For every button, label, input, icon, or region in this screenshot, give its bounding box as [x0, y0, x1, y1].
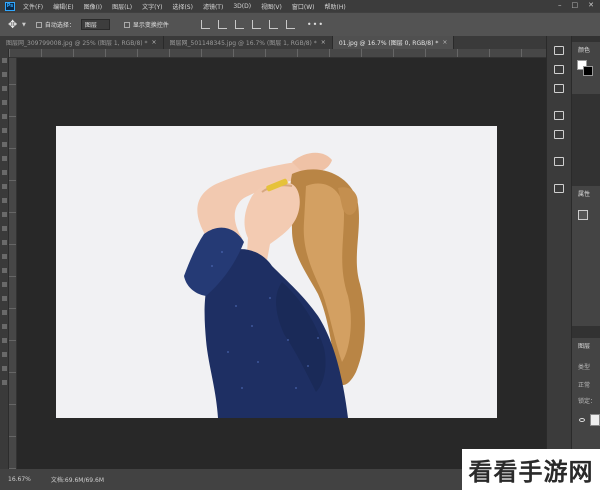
tool-icon[interactable]	[2, 226, 7, 231]
close-icon[interactable]: ✕	[588, 1, 594, 9]
tool-icon[interactable]	[2, 100, 7, 105]
color-panel-title[interactable]: 颜色	[572, 42, 600, 54]
tools-preset-icon[interactable]	[554, 157, 564, 166]
transform-controls-label: 显示变换控件	[132, 22, 169, 29]
more-icon[interactable]: •••	[307, 20, 324, 29]
menu-3d[interactable]: 3D(D)	[233, 3, 251, 10]
tool-icon[interactable]	[2, 86, 7, 91]
tool-icon[interactable]	[2, 156, 7, 161]
tab-document-2[interactable]: 图层网_501148345.jpg @ 16.7% (图层 1, RGB/8) …	[164, 36, 333, 49]
menu-bar: Ps 文件(F) 编辑(E) 图像(I) 图层(L) 文字(Y) 选择(S) 滤…	[0, 0, 600, 12]
menu-window[interactable]: 窗口(W)	[292, 2, 315, 11]
menu-layer[interactable]: 图层(L)	[112, 2, 132, 11]
properties-panel: 属性	[572, 186, 600, 326]
document-canvas[interactable]	[17, 58, 546, 469]
tool-icon[interactable]	[2, 240, 7, 245]
tool-icon[interactable]	[2, 114, 7, 119]
right-panels: 颜色 属性 图层 类型 正常 锁定：	[572, 36, 600, 469]
tool-icon[interactable]	[2, 268, 7, 273]
tool-icon[interactable]	[2, 170, 7, 175]
menu-type[interactable]: 文字(Y)	[142, 2, 162, 11]
panel-icon-strip	[546, 36, 572, 469]
layers-panel-title[interactable]: 图层	[572, 338, 600, 350]
portrait-illustration	[56, 126, 497, 418]
tool-icon[interactable]	[2, 296, 7, 301]
eye-icon[interactable]	[579, 418, 585, 422]
layer-select-dropdown[interactable]: 图层	[80, 19, 110, 30]
lock-label: 锁定：	[578, 398, 597, 405]
tab-label: 01.jpg @ 16.7% (图层 0, RGB/8) *	[338, 40, 439, 47]
tool-icon[interactable]	[2, 58, 7, 63]
tool-icon[interactable]	[2, 380, 7, 385]
tab-document-3[interactable]: 01.jpg @ 16.7% (图层 0, RGB/8) * ×	[332, 36, 455, 49]
align-right-icon[interactable]	[234, 20, 244, 29]
align-middle-icon[interactable]	[268, 20, 278, 29]
tab-label: 图层网_309799008.jpg @ 25% (图层 1, RGB/8) *	[6, 40, 148, 47]
color-panel: 颜色	[572, 42, 600, 94]
background-color-swatch[interactable]	[583, 66, 593, 76]
watermark: 看看手游网	[462, 449, 600, 490]
paragraph-icon[interactable]	[554, 130, 564, 139]
tool-icon[interactable]	[2, 184, 7, 189]
tool-icon[interactable]	[2, 282, 7, 287]
properties-panel-title[interactable]: 属性	[572, 186, 600, 198]
pixel-layer-icon	[578, 210, 588, 220]
align-center-icon[interactable]	[217, 20, 227, 29]
window-controls: – □ ✕	[558, 1, 594, 9]
layer-kind-filter[interactable]: 类型	[578, 362, 590, 371]
maximize-icon[interactable]: □	[572, 1, 579, 9]
character-icon[interactable]	[554, 111, 564, 120]
photo-image	[56, 126, 497, 418]
auto-select-label: 自动选择：	[44, 22, 75, 29]
auto-select-checkbox[interactable]	[35, 21, 42, 28]
history-icon[interactable]	[554, 46, 564, 55]
menu-file[interactable]: 文件(F)	[23, 2, 43, 11]
layer-thumbnail[interactable]	[590, 414, 600, 426]
brush-settings-icon[interactable]	[554, 65, 564, 74]
tool-icon[interactable]	[2, 324, 7, 329]
zoom-level[interactable]: 16.67%	[8, 476, 31, 483]
menu-edit[interactable]: 编辑(E)	[53, 2, 73, 11]
minimize-icon[interactable]: –	[558, 1, 562, 9]
photoshop-logo-icon: Ps	[5, 1, 15, 11]
align-top-icon[interactable]	[251, 20, 261, 29]
menu-image[interactable]: 图像(I)	[84, 2, 102, 11]
document-tabs: 图层网_309799008.jpg @ 25% (图层 1, RGB/8) * …	[0, 36, 546, 49]
close-icon[interactable]: ×	[152, 39, 157, 46]
menu-view[interactable]: 视图(V)	[261, 2, 282, 11]
options-bar: ✥ ▼ 自动选择： 图层 显示变换控件 •••	[0, 12, 600, 36]
tool-icon[interactable]	[2, 310, 7, 315]
chevron-down-icon[interactable]: ▼	[22, 22, 26, 28]
tool-icon[interactable]	[2, 142, 7, 147]
tool-icon[interactable]	[2, 198, 7, 203]
vertical-ruler[interactable]	[9, 58, 17, 469]
tool-icon[interactable]	[2, 338, 7, 343]
blend-mode-select[interactable]: 正常	[578, 380, 590, 389]
layer-select-value: 图层	[84, 22, 97, 29]
move-tool-icon[interactable]: ✥	[8, 18, 22, 31]
align-buttons	[200, 20, 295, 29]
close-icon[interactable]: ×	[321, 39, 326, 46]
menu-select[interactable]: 选择(S)	[172, 2, 193, 11]
close-icon[interactable]: ×	[442, 39, 447, 46]
align-left-icon[interactable]	[200, 20, 210, 29]
document-size: 文档:69.6M/69.6M	[50, 477, 105, 484]
tool-icon[interactable]	[2, 366, 7, 371]
tools-panel	[0, 49, 9, 469]
transform-controls-checkbox[interactable]	[123, 21, 130, 28]
tool-icon[interactable]	[2, 128, 7, 133]
horizontal-ruler[interactable]	[9, 49, 546, 58]
tool-icon[interactable]	[2, 352, 7, 357]
align-bottom-icon[interactable]	[285, 20, 295, 29]
tool-icon[interactable]	[2, 72, 7, 77]
tool-icon[interactable]	[2, 212, 7, 217]
styles-icon[interactable]	[554, 184, 564, 193]
tab-document-1[interactable]: 图层网_309799008.jpg @ 25% (图层 1, RGB/8) * …	[0, 36, 164, 49]
adjustments-icon[interactable]	[554, 84, 564, 93]
menu-filter[interactable]: 滤镜(T)	[203, 2, 223, 11]
menu-help[interactable]: 帮助(H)	[325, 2, 346, 11]
tool-icon[interactable]	[2, 254, 7, 259]
tab-label: 图层网_501148345.jpg @ 16.7% (图层 1, RGB/8) …	[169, 40, 317, 47]
